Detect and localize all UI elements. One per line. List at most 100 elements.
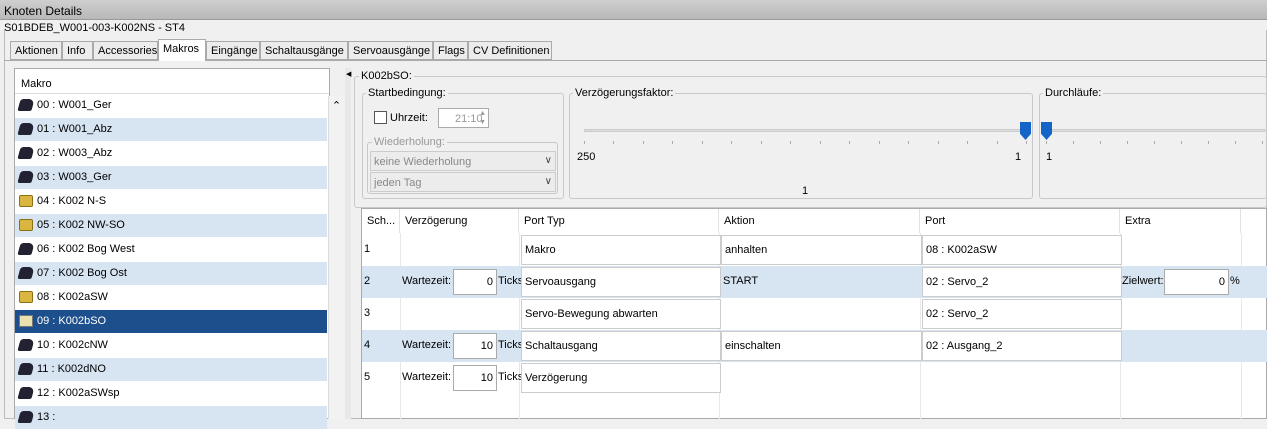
- train-icon: [17, 123, 35, 135]
- list-item[interactable]: 08 : K002aSW: [15, 286, 327, 309]
- step-number: 1: [364, 243, 371, 255]
- delay-factor-label: Verzögerungsfaktor:: [573, 87, 676, 99]
- port-type-select[interactable]: Makro: [521, 235, 721, 265]
- slider-tick: [967, 141, 969, 144]
- runs-group: [1039, 93, 1267, 199]
- list-item[interactable]: 11 : K002dNO: [15, 358, 327, 381]
- list-item[interactable]: 10 : K002cNW: [15, 334, 327, 357]
- port-select[interactable]: 08 : K002aSW: [922, 235, 1122, 265]
- list-item-label: 02 : W003_Abz: [37, 147, 113, 159]
- list-item[interactable]: 13 :: [15, 406, 327, 429]
- list-item[interactable]: 04 : K002 N-S: [15, 190, 327, 213]
- port-select[interactable]: 02 : Servo_2: [922, 267, 1122, 297]
- column-header[interactable]: Port: [920, 209, 1120, 233]
- port-select[interactable]: 02 : Ausgang_2: [922, 331, 1122, 361]
- tab-4[interactable]: Eingänge: [206, 41, 260, 60]
- column-header[interactable]: Verzögerung: [400, 209, 519, 233]
- tab-1[interactable]: Info: [62, 41, 93, 60]
- action-select[interactable]: anhalten: [721, 235, 922, 265]
- column-header[interactable]: Aktion: [719, 209, 920, 233]
- train-icon: [17, 387, 35, 399]
- port-type-select[interactable]: Servoausgang: [521, 267, 721, 297]
- target-unit: %: [1230, 275, 1240, 287]
- action-select[interactable]: einschalten: [721, 331, 922, 361]
- repeat-select[interactable]: keine Wiederholung ∨: [370, 151, 556, 171]
- slider-tick: [1235, 141, 1236, 144]
- delay-slider-track[interactable]: [584, 129, 1026, 132]
- step-number: 2: [364, 275, 371, 287]
- list-item-label: 04 : K002 N-S: [37, 195, 107, 207]
- collapse-arrow-icon[interactable]: ◀: [346, 70, 351, 78]
- wait-label: Wartezeit:: [402, 371, 452, 383]
- wait-input[interactable]: 10: [453, 365, 497, 391]
- column-header[interactable]: Port Typ: [519, 209, 719, 233]
- list-item-label: 03 : W003_Ger: [37, 171, 112, 183]
- delay-factor-group: [569, 93, 1033, 199]
- port-type-select[interactable]: Servo-Bewegung abwarten: [521, 299, 721, 329]
- train-icon: [17, 243, 35, 255]
- wait-unit: Ticks: [498, 275, 524, 287]
- delay-max-label: 1: [1015, 151, 1022, 163]
- list-item[interactable]: 12 : K002aSWsp: [15, 382, 327, 405]
- time-spinner-icon: ▲ ▼: [479, 110, 486, 126]
- list-item[interactable]: 03 : W003_Ger: [15, 166, 327, 189]
- runs-slider-track[interactable]: [1046, 129, 1267, 132]
- port-select[interactable]: 02 : Servo_2: [922, 299, 1122, 329]
- list-item[interactable]: 05 : K002 NW-SO: [15, 214, 327, 237]
- action-text: START: [723, 275, 759, 287]
- tab-0[interactable]: Aktionen: [10, 41, 62, 60]
- tab-5[interactable]: Schaltausgänge: [260, 41, 348, 60]
- step-number: 5: [364, 371, 371, 383]
- wait-unit: Ticks: [498, 339, 524, 351]
- list-item[interactable]: 01 : W001_Abz: [15, 118, 327, 141]
- delay-value-label: 1: [802, 185, 809, 197]
- runs-min-label: 1: [1046, 151, 1053, 163]
- list-item-label: 09 : K002bSO: [37, 315, 107, 327]
- list-item-label: 07 : K002 Bog Ost: [37, 267, 127, 279]
- list-scrollbar[interactable]: [328, 96, 345, 419]
- list-item-label: 12 : K002aSWsp: [37, 387, 120, 399]
- list-item[interactable]: 09 : K002bSO: [15, 310, 327, 333]
- column-header[interactable]: Extra: [1120, 209, 1241, 233]
- list-item[interactable]: 07 : K002 Bog Ost: [15, 262, 327, 285]
- scroll-up-icon[interactable]: ⌃: [328, 96, 345, 112]
- wait-label: Wartezeit:: [402, 339, 452, 351]
- wait-unit: Ticks: [498, 371, 524, 383]
- train-icon: [17, 267, 35, 279]
- list-item-label: 11 : K002dNO: [37, 363, 106, 375]
- list-item-label: 01 : W001_Abz: [37, 123, 113, 135]
- time-checkbox[interactable]: [374, 111, 387, 124]
- list-item[interactable]: 02 : W003_Abz: [15, 142, 327, 165]
- slider-tick: [672, 141, 674, 144]
- wait-input[interactable]: 0: [453, 269, 497, 295]
- step-number: 3: [364, 307, 371, 319]
- tab-2[interactable]: Accessories: [93, 41, 158, 60]
- wait-input[interactable]: 10: [453, 333, 497, 359]
- port-type-select[interactable]: Verzögerung: [521, 363, 721, 393]
- tab-8[interactable]: CV Definitionen: [468, 41, 552, 60]
- macro-detail-title: K002bSO:: [359, 70, 414, 82]
- list-item-label: 06 : K002 Bog West: [37, 243, 135, 255]
- slider-tick: [878, 141, 880, 144]
- table-row[interactable]: [362, 298, 1267, 330]
- slider-tick: [731, 141, 733, 144]
- day-select[interactable]: jeden Tag ∨: [370, 172, 556, 192]
- panel-splitter[interactable]: [345, 68, 351, 419]
- target-label: Zielwert:: [1122, 275, 1164, 287]
- port-type-select[interactable]: Schaltausgang: [521, 331, 721, 361]
- list-item-label: 08 : K002aSW: [37, 291, 108, 303]
- slider-tick: [1208, 141, 1209, 144]
- slider-tick: [613, 141, 615, 144]
- target-input[interactable]: 0: [1164, 269, 1229, 295]
- macro-list-header[interactable]: Makro: [15, 72, 329, 94]
- slider-tick: [790, 141, 792, 144]
- tab-6[interactable]: Servoausgänge: [348, 41, 433, 60]
- time-input[interactable]: 21:10 ▲ ▼: [438, 108, 489, 128]
- tab-3[interactable]: Makros: [158, 39, 206, 61]
- column-header[interactable]: Sch...: [362, 209, 400, 233]
- tab-7[interactable]: Flags: [433, 41, 468, 60]
- list-item[interactable]: 00 : W001_Ger: [15, 94, 327, 117]
- list-item[interactable]: 06 : K002 Bog West: [15, 238, 327, 261]
- lock-icon: [19, 219, 33, 231]
- slider-tick: [996, 141, 998, 144]
